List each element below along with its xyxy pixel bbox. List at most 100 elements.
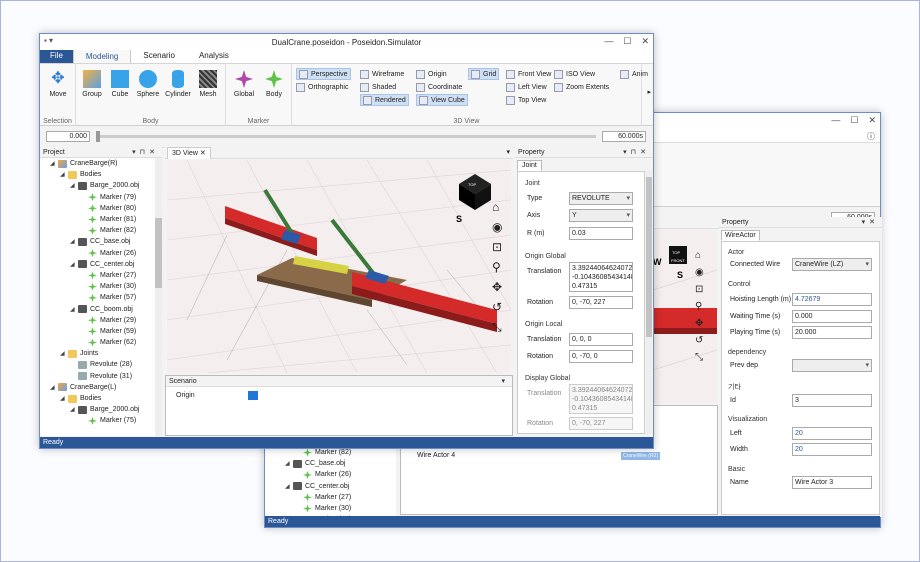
ol-rotation-field[interactable]: 0, -70, 0 <box>569 350 633 363</box>
group-button[interactable]: Group <box>78 70 106 98</box>
left-field[interactable]: 20 <box>792 427 872 440</box>
tree-item[interactable]: ◢ CC_center.obj <box>265 481 396 492</box>
playing-time-field[interactable]: 20.000 <box>792 326 872 339</box>
menu-scenario[interactable]: Scenario <box>131 49 187 63</box>
expand-arrow-icon[interactable]: ◢ <box>70 406 78 413</box>
sphere-button[interactable]: Sphere <box>134 70 162 98</box>
tree-scrollbar[interactable] <box>155 158 162 436</box>
tree-item[interactable]: ◢ CC_center.obj <box>40 259 162 270</box>
fit-icon[interactable]: ⤡ <box>695 352 704 363</box>
tree-item[interactable]: Marker (30) <box>265 503 396 514</box>
tree-item[interactable]: ◢ Joints <box>40 348 162 359</box>
type-select[interactable]: REVOLUTE <box>569 192 633 205</box>
camera-icon[interactable]: ◉ <box>695 267 704 278</box>
id-field[interactable]: 3 <box>792 394 872 407</box>
tree-item[interactable]: ◢ CC_boom.obj <box>40 303 162 314</box>
tree-item[interactable]: Marker (82) <box>40 225 162 236</box>
fit-icon[interactable]: ⤡ <box>492 320 502 335</box>
tab-wireactor[interactable]: WireActor <box>721 230 760 241</box>
expand-arrow-icon[interactable]: ◢ <box>70 306 78 313</box>
tree-item[interactable]: Marker (81) <box>40 214 162 225</box>
wireframe-button[interactable]: Wireframe <box>360 68 404 80</box>
scenario-actor-chip[interactable]: CraneWire (R2) <box>621 452 661 460</box>
tree-item[interactable]: ◢ CC_base.obj <box>265 458 396 469</box>
mesh-button[interactable]: Mesh <box>194 70 222 98</box>
perspective-button[interactable]: Perspective <box>296 68 351 80</box>
help-icon[interactable]: ⓘ <box>867 131 875 142</box>
view-menu-icon[interactable]: ▾ <box>506 148 510 156</box>
tree-item[interactable]: ◢ CraneBarge(L) <box>40 382 162 393</box>
tree-item[interactable]: Marker (59) <box>40 326 162 337</box>
global-marker-button[interactable]: Global <box>230 70 258 98</box>
property-scrollbar[interactable] <box>646 171 652 434</box>
menu-modeling[interactable]: Modeling <box>72 49 132 63</box>
panel-pin-icon[interactable]: ▾⊓✕ <box>623 148 650 156</box>
time-end-field[interactable]: 60.000s <box>602 131 646 142</box>
panel-pin-icon[interactable]: ▾✕ <box>862 218 879 226</box>
front-view-button[interactable]: Front View <box>506 68 551 80</box>
coordinate-button[interactable]: Coordinate <box>416 81 462 93</box>
top-view-button[interactable]: Top View <box>506 94 546 106</box>
3d-viewport[interactable]: TOP S ⌂ ◉ ⊡ ⚲ ✥ ↺ ⤡ <box>167 160 511 373</box>
time-slider-track[interactable] <box>96 135 596 138</box>
view-cube[interactable] <box>459 174 491 210</box>
minimize-icon[interactable]: — <box>604 36 613 47</box>
tree-item[interactable]: ◢ CC_base.obj <box>40 236 162 247</box>
cylinder-button[interactable]: Cylinder <box>164 70 192 98</box>
tree-item[interactable]: Marker (30) <box>40 281 162 292</box>
orthographic-button[interactable]: Orthographic <box>296 81 348 93</box>
menu-analysis[interactable]: Analysis <box>187 49 241 63</box>
tab-3d-view[interactable]: 3D View ✕ <box>167 147 211 159</box>
r-field[interactable]: 0.03 <box>569 227 633 240</box>
expand-arrow-icon[interactable]: ◢ <box>60 350 68 357</box>
expand-arrow-icon[interactable]: ◢ <box>70 261 78 268</box>
tab-joint[interactable]: Joint <box>517 160 542 171</box>
scenario-origin-marker[interactable] <box>248 391 258 400</box>
menu-file[interactable]: File <box>40 49 73 63</box>
tree-item[interactable]: Marker (27) <box>265 492 396 503</box>
panel-pin-icon[interactable]: ▾⊓✕ <box>132 148 159 156</box>
name-field[interactable]: Wire Actor 3 <box>792 476 872 489</box>
prev-dep-select[interactable] <box>792 359 872 372</box>
zoom-extents-button[interactable]: Zoom Extents <box>554 81 609 93</box>
zoom-window-icon[interactable]: ⊡ <box>695 284 704 295</box>
expand-arrow-icon[interactable]: ◢ <box>285 483 293 490</box>
tree-item[interactable]: Marker (79) <box>40 192 162 203</box>
waiting-time-field[interactable]: 0.000 <box>792 310 872 323</box>
expand-arrow-icon[interactable]: ◢ <box>50 384 58 391</box>
tree-item[interactable]: Marker (57) <box>40 292 162 303</box>
tree-item[interactable]: ◢ Barge_2000.obj <box>40 404 162 415</box>
tree-item[interactable]: Marker (27) <box>40 270 162 281</box>
expand-arrow-icon[interactable]: ◢ <box>50 160 58 167</box>
maximize-icon[interactable]: ☐ <box>623 36 631 47</box>
home-icon[interactable]: ⌂ <box>695 250 704 261</box>
expand-arrow-icon[interactable]: ◢ <box>60 171 68 178</box>
tree-item[interactable]: Revolute (31) <box>40 371 162 382</box>
rotate-icon[interactable]: ↺ <box>695 335 704 346</box>
pan-icon[interactable]: ✥ <box>492 280 502 294</box>
left-view-button[interactable]: Left View <box>506 81 547 93</box>
back-3d-viewport[interactable]: TOP FRONT W S ⌂ ◉ ⊡ ⚲ ✥ ↺ ⤡ <box>653 230 717 403</box>
expand-arrow-icon[interactable]: ◢ <box>60 395 68 402</box>
expand-arrow-icon[interactable]: ◢ <box>70 182 78 189</box>
animation-button[interactable]: Anim <box>620 68 648 80</box>
zoom-window-icon[interactable]: ⊡ <box>492 240 502 254</box>
rendered-button[interactable]: Rendered <box>360 94 409 106</box>
axis-select[interactable]: Y <box>569 209 633 222</box>
time-start-field[interactable]: 0.000 <box>46 131 90 142</box>
tree-item[interactable]: Marker (75) <box>40 415 162 426</box>
og-rotation-field[interactable]: 0, -70, 227 <box>569 296 633 309</box>
hoisting-length-field[interactable]: 4.72679 <box>792 293 872 306</box>
width-field[interactable]: 20 <box>792 443 872 456</box>
close-icon[interactable]: ✕ <box>641 36 649 47</box>
tree-item[interactable]: Marker (26) <box>40 248 162 259</box>
expand-arrow-icon[interactable]: ◢ <box>70 238 78 245</box>
maximize-icon[interactable]: ☐ <box>850 115 858 126</box>
tree-item[interactable]: ◢ Barge_2000.obj <box>40 180 162 191</box>
grid-button[interactable]: Grid <box>468 68 500 80</box>
tree-item[interactable]: Marker (26) <box>265 469 396 480</box>
pan-icon[interactable]: ✥ <box>695 318 704 329</box>
minimize-icon[interactable]: — <box>831 115 840 126</box>
tree-item[interactable]: Revolute (28) <box>40 359 162 370</box>
og-translation-field[interactable]: 3.39244064624072, -0.10436085434148 0.4731… <box>569 262 633 292</box>
